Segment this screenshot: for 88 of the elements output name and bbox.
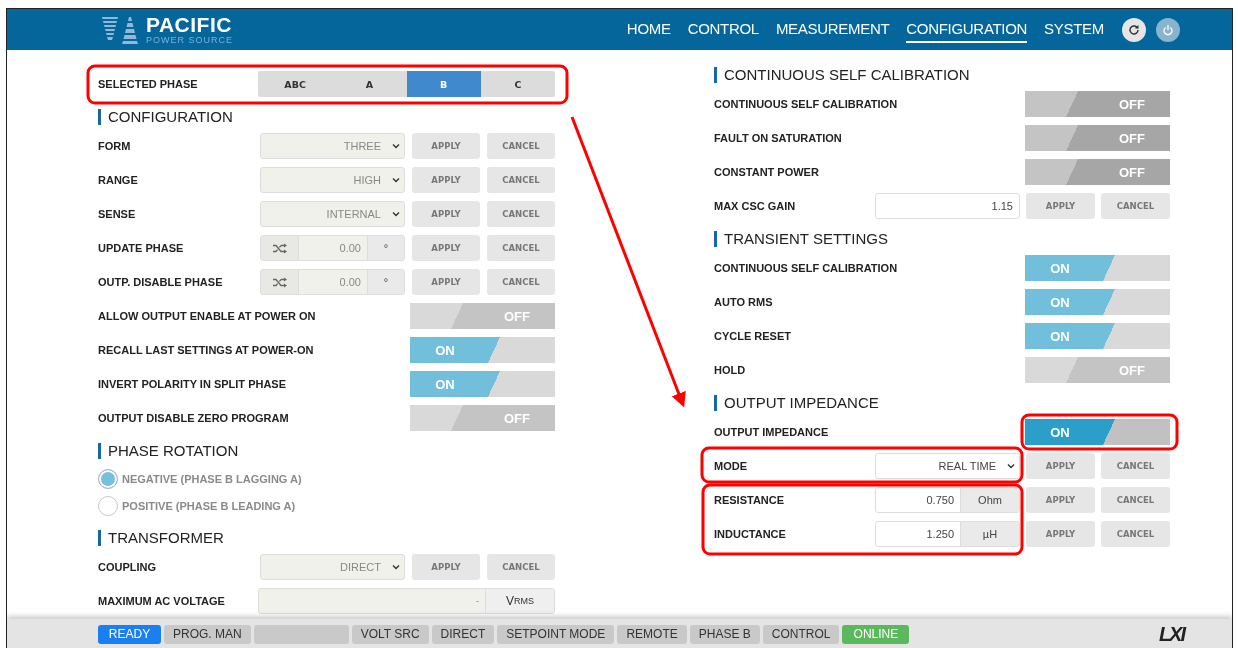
status-indicator: CONTROL	[762, 624, 840, 644]
toggle-switch[interactable]: ON	[1025, 289, 1170, 315]
field-label: CONTINUOUS SELF CALIBRATION	[714, 262, 899, 274]
nav-tab[interactable]: CONTROL	[687, 16, 759, 43]
field-label: OUTPUT IMPEDANCE	[714, 426, 830, 438]
field-label: SENSE	[98, 208, 137, 220]
section-heading: TRANSFORMER	[98, 530, 224, 546]
nav-tab[interactable]: CONFIGURATION	[906, 16, 1028, 43]
status-indicator: DIRECT	[431, 624, 495, 644]
field-label: CONTINUOUS SELF CALIBRATION	[714, 98, 899, 110]
status-indicator: PROG. MAN	[164, 624, 251, 644]
cancel-button[interactable]: CANCEL	[1101, 453, 1170, 479]
field-label: AUTO RMS	[714, 296, 774, 308]
field-label: MODE	[714, 460, 748, 472]
logo-icon	[102, 14, 140, 45]
section-heading: CONFIGURATION	[98, 109, 233, 125]
field-label: HOLD	[714, 364, 747, 376]
field-label: ALLOW OUTPUT ENABLE AT POWER ON	[98, 310, 317, 322]
power-button[interactable]	[1156, 17, 1180, 42]
toggle-switch[interactable]: ON	[1025, 255, 1170, 281]
section-heading: PHASE ROTATION	[98, 443, 239, 459]
unit-label: µH	[960, 522, 1019, 546]
power-icon	[1162, 23, 1174, 36]
toggle-switch[interactable]: ON	[1025, 419, 1170, 445]
status-indicator: REMOTE	[617, 624, 687, 644]
toggle-switch[interactable]: ON	[410, 371, 555, 397]
unit-label: °	[367, 236, 404, 260]
unit-label: °	[367, 270, 404, 294]
logo-tagline: POWER SOURCE	[146, 36, 233, 45]
nav-tab[interactable]: SYSTEM	[1044, 16, 1104, 43]
field-label: OUTPUT DISABLE ZERO PROGRAM	[98, 412, 290, 424]
cancel-button[interactable]: CANCEL	[1101, 193, 1170, 219]
field-label: FORM	[98, 140, 132, 152]
status-indicator: READY	[98, 624, 161, 644]
chevron-icon	[392, 143, 400, 149]
field-label: MAX CSC GAIN	[714, 200, 797, 212]
toggle-switch[interactable]: OFF	[1025, 91, 1170, 117]
field-label: CONSTANT POWER	[714, 166, 820, 178]
shuffle-icon	[272, 242, 287, 254]
field-label: COUPLING	[98, 561, 158, 573]
chevron-icon	[392, 177, 400, 183]
field-label: SELECTED PHASE	[98, 78, 199, 90]
chevron-icon	[1007, 463, 1015, 469]
phase-tab[interactable]: C	[480, 71, 555, 97]
refresh-icon	[1128, 23, 1140, 36]
lxi-logo: LXI	[1158, 622, 1184, 646]
toggle-switch[interactable]: ON	[1025, 323, 1170, 349]
status-indicator: PHASE B	[689, 624, 760, 644]
section-heading: CONTINUOUS SELF CALIBRATION	[714, 67, 970, 83]
section-heading: OUTPUT IMPEDANCE	[714, 395, 879, 411]
phase-tab[interactable]: ABC	[258, 71, 333, 97]
status-indicator: ONLINE	[842, 624, 910, 644]
field-label: INDUCTANCE	[714, 528, 787, 540]
status-indicator: VOLT SRC	[351, 624, 429, 644]
field-label: UPDATE PHASE	[98, 242, 185, 254]
logo-name: PACIFIC	[146, 14, 233, 35]
select-field[interactable]: REAL TIME	[875, 453, 1020, 479]
phase-tab[interactable]: B	[406, 71, 481, 97]
phase-tab[interactable]: A	[332, 71, 407, 97]
section-heading: TRANSIENT SETTINGS	[714, 231, 888, 247]
apply-button[interactable]: APPLY	[1026, 193, 1095, 219]
chevron-icon	[392, 564, 400, 570]
nav-tab[interactable]: HOME	[626, 16, 671, 43]
field-label: RECALL LAST SETTINGS AT POWER-ON	[98, 344, 315, 356]
cancel-button[interactable]: CANCEL	[1101, 487, 1170, 513]
field-label: RESISTANCE	[714, 494, 786, 506]
field-label: OUTP. DISABLE PHASE	[98, 276, 224, 288]
unit-label: Ohm	[960, 488, 1019, 512]
toggle-switch[interactable]: OFF	[1025, 125, 1170, 151]
cancel-button[interactable]: CANCEL	[1101, 521, 1170, 547]
status-indicator: SETPOINT MODE	[497, 624, 615, 644]
input-field[interactable]: 0.750 Ohm	[875, 487, 1020, 513]
apply-button[interactable]: APPLY	[1026, 521, 1095, 547]
chevron-icon	[392, 211, 400, 217]
toggle-switch[interactable]: ON	[410, 337, 555, 363]
apply-button[interactable]: APPLY	[1026, 487, 1095, 513]
refresh-button[interactable]	[1122, 17, 1146, 42]
toggle-switch[interactable]: OFF	[1025, 159, 1170, 185]
field-label: CYCLE RESET	[714, 330, 792, 342]
apply-button[interactable]: APPLY	[1026, 453, 1095, 479]
nav-tab[interactable]: MEASUREMENT	[775, 16, 890, 43]
field-label: RANGE	[98, 174, 139, 186]
input-field[interactable]: 1.250 µH	[875, 521, 1020, 547]
field-label: FAULT ON SATURATION	[714, 132, 843, 144]
field-label: INVERT POLARITY IN SPLIT PHASE	[98, 378, 288, 390]
shuffle-icon	[272, 276, 287, 288]
input-field[interactable]: 1.15	[875, 193, 1020, 219]
field-label: MAXIMUM AC VOLTAGE	[98, 595, 226, 607]
